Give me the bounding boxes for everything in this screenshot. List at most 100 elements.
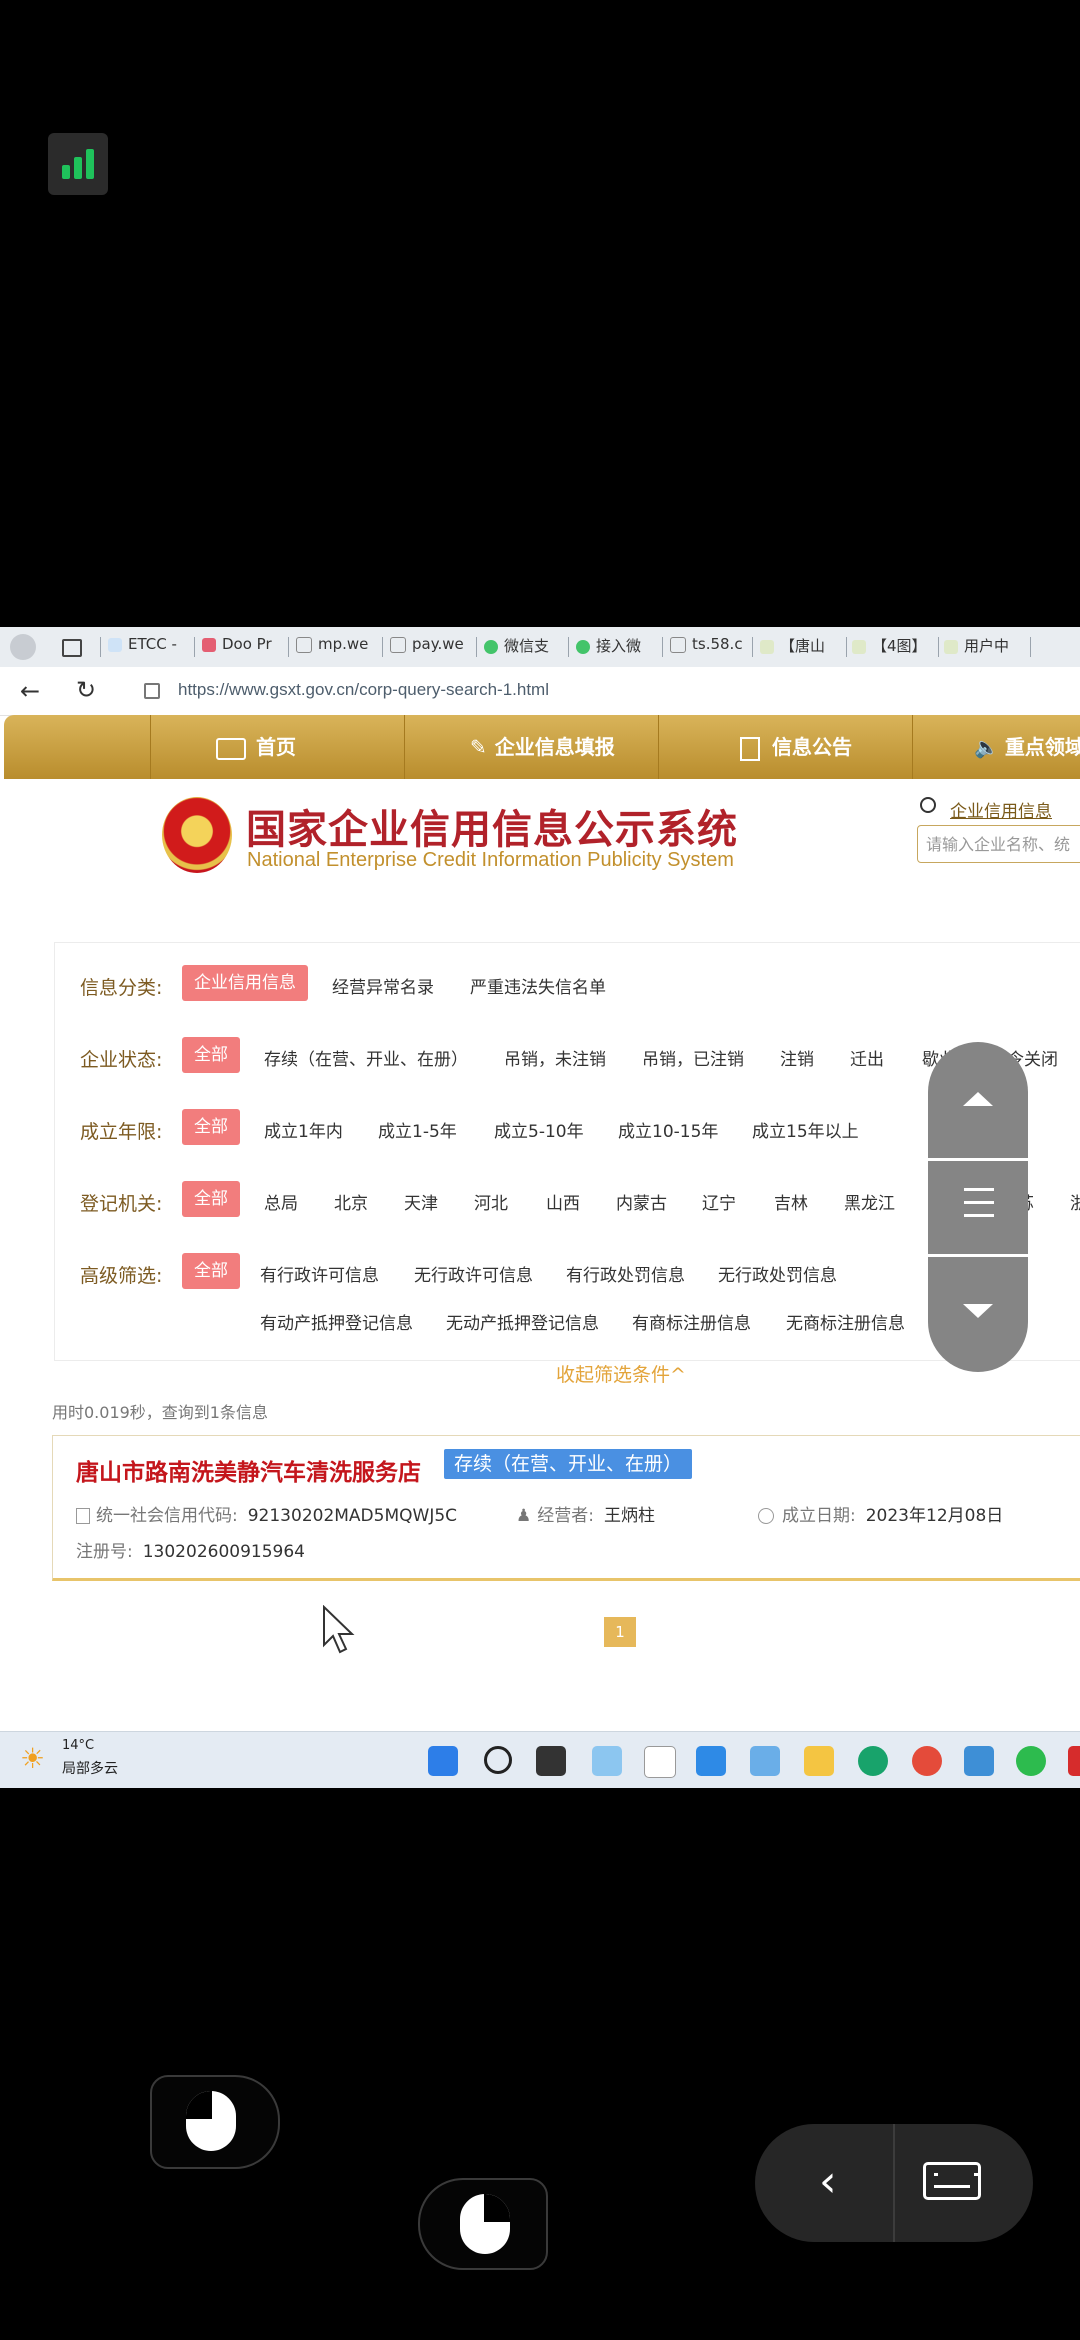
filter-option[interactable]: 无行政处罚信息 xyxy=(718,1261,837,1286)
filter-option[interactable]: 吊销，未注销 xyxy=(504,1045,606,1070)
filter-panel xyxy=(54,942,1080,1361)
nav-announcement[interactable]: 信息公告 xyxy=(740,715,852,779)
url-field[interactable]: https://www.gsxt.gov.cn/corp-query-searc… xyxy=(178,680,549,700)
mail-app-icon[interactable] xyxy=(644,1746,676,1778)
credit-code-field: 统一社会信用代码: 92130202MAD5MQWJ5C xyxy=(76,1501,457,1526)
filter-option-selected[interactable]: 全部 xyxy=(182,1253,240,1289)
mouse-left-click-button[interactable] xyxy=(150,2075,280,2169)
nav-key-areas[interactable]: 🔈 重点领域 xyxy=(974,715,1080,779)
site-nav-bar: 首页 ✎ 企业信息填报 信息公告 🔈 重点领域 xyxy=(4,715,1080,779)
filter-option[interactable]: 无行政许可信息 xyxy=(414,1261,533,1286)
browser-tab[interactable]: pay.we xyxy=(390,635,470,659)
filter-option[interactable]: 成立5-10年 xyxy=(494,1117,584,1142)
weather-temp: 14°C xyxy=(62,1738,95,1753)
scroll-menu-icon[interactable] xyxy=(964,1188,994,1217)
keyboard-icon[interactable] xyxy=(923,2162,981,2200)
profile-avatar-icon[interactable] xyxy=(10,634,36,660)
filter-option[interactable]: 有动产抵押登记信息 xyxy=(260,1309,413,1334)
filter-option-selected[interactable]: 全部 xyxy=(182,1181,240,1217)
filter-option[interactable]: 有商标注册信息 xyxy=(632,1309,751,1334)
monitor-icon xyxy=(216,737,246,760)
filter-label-authority: 登记机关: xyxy=(80,1193,163,1215)
filter-label-years: 成立年限: xyxy=(80,1121,163,1143)
browser-tab[interactable]: Doo Pr xyxy=(202,635,278,659)
tab-actions-icon[interactable] xyxy=(62,639,82,657)
filter-option[interactable]: 成立1-5年 xyxy=(378,1117,457,1142)
founded-date-field: 成立日期: 2023年12月08日 xyxy=(758,1501,1003,1526)
filter-option[interactable]: 经营异常名录 xyxy=(332,973,434,998)
filter-option[interactable]: 总局 xyxy=(264,1189,298,1214)
nav-home[interactable]: 首页 xyxy=(216,715,296,779)
filter-option[interactable]: 有行政处罚信息 xyxy=(566,1261,685,1286)
filter-option[interactable]: 吊销，已注销 xyxy=(642,1045,744,1070)
chrome-browser-icon[interactable] xyxy=(912,1746,942,1776)
filter-option-selected[interactable]: 全部 xyxy=(182,1037,240,1073)
browser-tab[interactable]: 微信支 xyxy=(484,635,562,659)
filter-option[interactable]: 注销 xyxy=(780,1045,814,1070)
weather-desc: 局部多云 xyxy=(62,1761,118,1777)
filter-option[interactable]: 成立10-15年 xyxy=(618,1117,718,1142)
scroll-up-icon[interactable] xyxy=(963,1092,993,1106)
mouse-icon xyxy=(460,2194,510,2254)
filter-option[interactable]: 存续（在营、开业、在册） xyxy=(264,1045,468,1070)
mouse-right-click-button[interactable] xyxy=(418,2178,548,2270)
task-view-icon[interactable] xyxy=(536,1746,566,1776)
document-icon xyxy=(740,736,760,761)
filter-option[interactable]: 河北 xyxy=(474,1189,508,1214)
filter-option[interactable]: 内蒙古 xyxy=(616,1189,667,1214)
search-icon[interactable] xyxy=(484,1746,512,1774)
wechat-icon[interactable] xyxy=(1016,1746,1046,1776)
snipping-tool-icon[interactable] xyxy=(592,1746,622,1776)
filter-option[interactable]: 浙 xyxy=(1070,1189,1080,1214)
filter-option[interactable]: 辽宁 xyxy=(702,1189,736,1214)
filter-option[interactable]: 山西 xyxy=(546,1189,580,1214)
page-number-current[interactable]: 1 xyxy=(604,1617,636,1647)
browser-tab[interactable]: ts.58.c xyxy=(670,635,750,659)
floating-scroll-control xyxy=(928,1042,1028,1372)
company-name-link[interactable]: 唐山市路南洗美静汽车清洗服务店 xyxy=(76,1453,421,1487)
mouse-cursor-icon xyxy=(323,1605,355,1654)
filter-label-category: 信息分类: xyxy=(80,977,163,999)
filter-option[interactable]: 黑龙江 xyxy=(844,1189,895,1214)
back-icon[interactable]: ‹ xyxy=(819,2160,837,2204)
browser-tab[interactable]: mp.we xyxy=(296,635,376,659)
scroll-down-icon[interactable] xyxy=(963,1304,993,1318)
browser-tab[interactable]: 接入微 xyxy=(576,635,656,659)
filter-option[interactable]: 成立15年以上 xyxy=(752,1117,859,1142)
search-input[interactable]: 请输入企业名称、统 xyxy=(917,825,1080,863)
browser-tab[interactable]: 【4图】 xyxy=(852,635,934,659)
filter-option-selected[interactable]: 企业信用信息 xyxy=(182,965,308,1001)
filter-option[interactable]: 成立1年内 xyxy=(264,1117,343,1142)
signal-strength-icon xyxy=(48,133,108,195)
info-icon xyxy=(758,1508,774,1524)
browser-tab[interactable]: 用户中 xyxy=(944,635,1026,659)
credit-info-link[interactable]: 企业信用信息 xyxy=(950,797,1052,822)
national-emblem-logo xyxy=(162,797,232,873)
filter-option[interactable]: 迁出 xyxy=(850,1045,884,1070)
filter-option[interactable]: 无商标注册信息 xyxy=(786,1309,905,1334)
back-arrow-icon[interactable]: ← xyxy=(20,677,40,705)
windows-start-icon[interactable] xyxy=(428,1746,458,1776)
collapse-filter-link[interactable]: 收起筛选条件^ xyxy=(556,1360,686,1387)
site-subtitle: National Enterprise Credit Information P… xyxy=(247,849,734,871)
app-icon[interactable] xyxy=(1068,1746,1080,1776)
file-explorer-icon[interactable] xyxy=(804,1746,834,1776)
divider xyxy=(893,2124,895,2242)
filter-option[interactable]: 北京 xyxy=(334,1189,368,1214)
browser-tab[interactable]: 【唐山 xyxy=(760,635,840,659)
filter-option[interactable]: 有行政许可信息 xyxy=(260,1261,379,1286)
edge-browser-icon[interactable] xyxy=(858,1746,888,1776)
notepad-icon[interactable] xyxy=(964,1746,994,1776)
nav-info-report[interactable]: ✎ 企业信息填报 xyxy=(470,715,615,779)
cloud-drive-icon[interactable] xyxy=(696,1746,726,1776)
filter-option[interactable]: 严重违法失信名单 xyxy=(470,973,606,998)
refresh-icon[interactable]: ↻ xyxy=(76,676,96,704)
photos-icon[interactable] xyxy=(750,1746,780,1776)
filter-option[interactable]: 无动产抵押登记信息 xyxy=(446,1309,599,1334)
filter-option[interactable]: 天津 xyxy=(404,1189,438,1214)
filter-option[interactable]: 吉林 xyxy=(774,1189,808,1214)
lock-icon xyxy=(144,683,160,699)
remote-nav-controls: ‹ xyxy=(755,2124,1033,2242)
browser-tab[interactable]: ETCC - xyxy=(108,635,184,659)
filter-option-selected[interactable]: 全部 xyxy=(182,1109,240,1145)
